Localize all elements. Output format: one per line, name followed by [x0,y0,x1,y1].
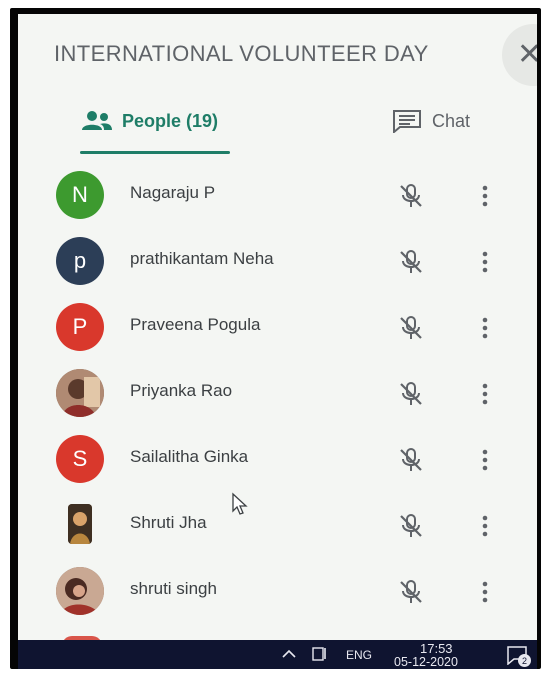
more-options-icon[interactable] [480,316,490,340]
participant-name: Priyanka Rao [130,381,233,400]
profile-photo [68,504,92,544]
mic-off-icon[interactable] [396,247,426,277]
participants-panel: INTERNATIONAL VOLUNTEER DAY ✕ People (19… [18,14,537,640]
tab-chat-label: Chat [432,110,471,131]
participant-name: Sailalitha Ginka [130,447,249,466]
clock-date[interactable]: 05-12-2020 [394,655,458,669]
mic-off-icon[interactable] [396,313,426,343]
active-tab-indicator [80,151,230,154]
participant-row[interactable]: P Praveena Pogula [18,294,537,360]
more-options-icon[interactable] [480,184,490,208]
avatar: p [56,237,104,285]
mic-off-icon[interactable] [396,181,426,211]
avatar: P [56,303,104,351]
avatar: N [56,171,104,219]
avatar [56,369,104,417]
tab-people-label: People (19) [122,110,219,131]
chevron-up-icon[interactable] [281,646,297,662]
more-options-icon[interactable] [480,382,490,406]
participant-name: Nagaraju P [130,183,216,202]
language-indicator[interactable]: ENG [346,648,372,662]
participant-row[interactable]: shruti singh [18,558,537,624]
more-options-icon[interactable] [480,448,490,472]
participant-name: prathikantam Neha [130,249,274,268]
profile-photo [56,567,104,615]
avatar [68,504,92,544]
participant-row[interactable]: N Nagaraju P [18,162,537,228]
tab-chat[interactable]: Chat [390,110,471,133]
meeting-title: INTERNATIONAL VOLUNTEER DAY [54,41,429,66]
mic-off-icon[interactable] [396,511,426,541]
pen-icon[interactable] [311,645,329,663]
avatar [56,567,104,615]
avatar: S [56,435,104,483]
participant-name: shruti singh [130,579,217,598]
mouse-cursor-icon [232,492,248,515]
notification-badge: 2 [518,654,531,667]
screen-frame: INTERNATIONAL VOLUNTEER DAY ✕ People (19… [10,8,541,669]
participant-row[interactable]: Shruti Jha [18,492,537,558]
tab-people[interactable]: People (19) [80,110,218,132]
participant-row[interactable]: S Sailalitha Ginka [18,426,537,492]
mic-off-icon[interactable] [396,379,426,409]
participant-row[interactable]: Priyanka Rao [18,360,537,426]
profile-photo [56,369,104,417]
chat-icon [390,110,424,133]
more-options-icon[interactable] [480,580,490,604]
mic-off-icon[interactable] [396,445,426,475]
windows-taskbar: ENG 17:53 05-12-2020 2 [18,640,537,669]
participant-name: Praveena Pogula [130,315,261,334]
people-icon [80,110,114,132]
participant-name: Shruti Jha [130,513,207,532]
more-options-icon[interactable] [480,250,490,274]
close-icon: ✕ [517,38,537,71]
clock-time[interactable]: 17:53 [420,641,453,656]
participant-row[interactable]: p prathikantam Neha [18,228,537,294]
close-button[interactable]: ✕ [502,24,537,86]
more-options-icon[interactable] [480,514,490,538]
mic-off-icon[interactable] [396,577,426,607]
